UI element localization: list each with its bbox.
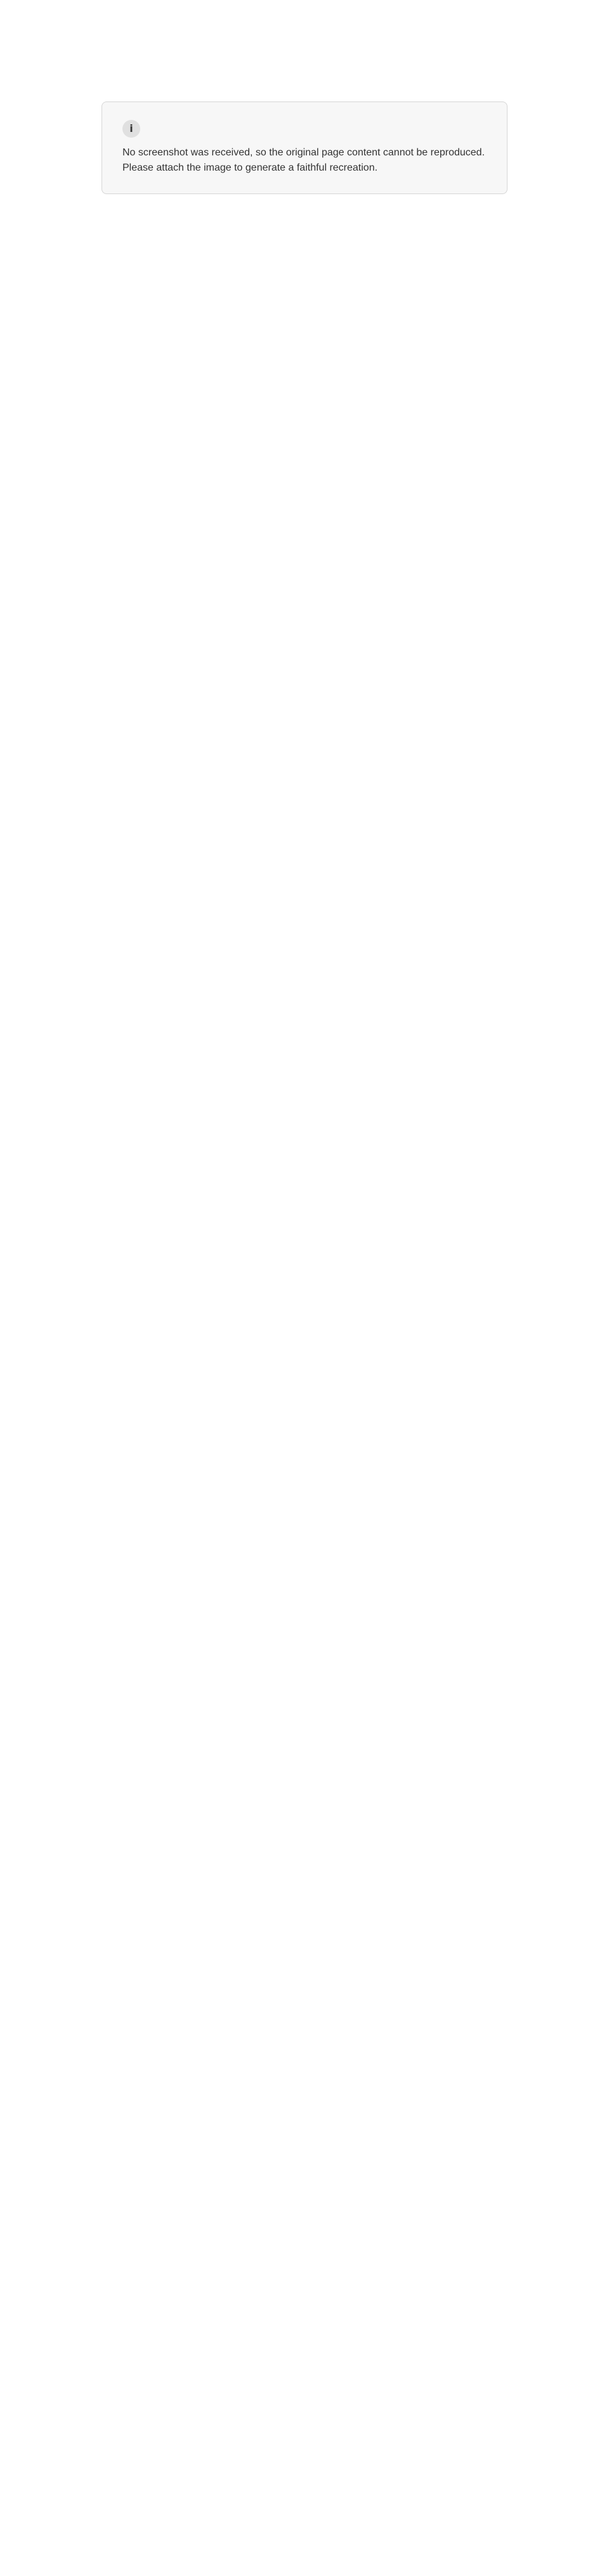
- missing-image-notice: i No screenshot was received, so the ori…: [102, 101, 508, 194]
- notice-message: No screenshot was received, so the origi…: [122, 147, 485, 173]
- info-icon: i: [122, 120, 140, 138]
